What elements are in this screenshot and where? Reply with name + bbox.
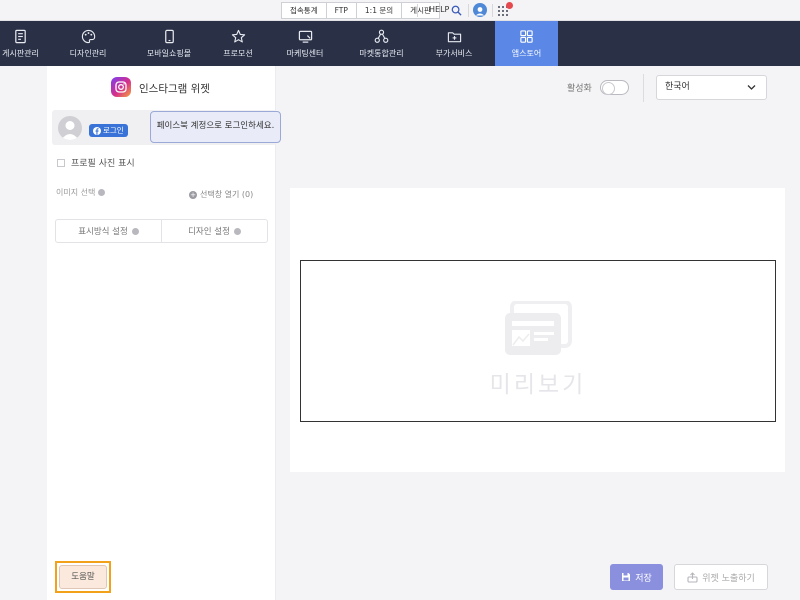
preview-image-icon bbox=[505, 301, 572, 355]
facebook-login-button[interactable]: 로그인 bbox=[89, 124, 128, 137]
main-nav: 게시판관리 디자인관리 모바일쇼핑몰 프로모션 마케팅센터 마켓통합관리 부가서… bbox=[0, 21, 800, 66]
nav-label: 프로모션 bbox=[223, 48, 253, 58]
info-icon bbox=[233, 227, 241, 235]
nav-label: 게시판관리 bbox=[2, 48, 39, 58]
nav-label: 모바일쇼핑몰 bbox=[146, 48, 192, 58]
top-utility-bar: 접속통계 FTP 1:1 문의 게시판 HELP bbox=[0, 0, 800, 21]
nav-item-market-integration[interactable]: 마켓통합관리 bbox=[344, 21, 419, 66]
activate-toggle[interactable] bbox=[600, 80, 629, 95]
facebook-login-label: 로그인 bbox=[103, 126, 124, 135]
login-tooltip: 페이스북 계정으로 로그인하세요. bbox=[150, 111, 281, 143]
ftp-link[interactable]: FTP bbox=[327, 3, 357, 18]
folder-plus-icon bbox=[447, 31, 461, 42]
tab-label: 표시방식 설정 bbox=[78, 227, 128, 237]
grid-icon bbox=[520, 29, 533, 43]
divider bbox=[417, 4, 418, 17]
save-button[interactable]: 저장 bbox=[610, 564, 663, 590]
show-profile-photo-checkbox[interactable] bbox=[57, 158, 65, 167]
widget-settings-panel: 인스타그램 위젯 로그인 페이스북 계정으로 로그인하세요. 프로필 사진 표시… bbox=[47, 66, 281, 600]
search-icon[interactable] bbox=[451, 5, 462, 16]
nav-item-promotion[interactable]: 프로모션 bbox=[211, 21, 265, 66]
tab-design-settings[interactable]: 디자인 설정 bbox=[161, 220, 267, 242]
save-label: 저장 bbox=[635, 573, 652, 584]
show-profile-photo-option[interactable]: 프로필 사진 표시 bbox=[57, 156, 135, 169]
divider bbox=[492, 4, 493, 17]
preview-frame: 미리보기 bbox=[300, 260, 776, 422]
language-value: 한국어 bbox=[665, 82, 690, 92]
network-icon bbox=[374, 29, 389, 43]
nav-label: 앱스토어 bbox=[511, 48, 542, 58]
image-select-label-row: 이미지 선택 bbox=[56, 187, 106, 198]
floppy-disk-icon bbox=[622, 573, 631, 581]
preview-placeholder-text: 미리보기 bbox=[489, 372, 587, 398]
notification-badge bbox=[506, 2, 513, 9]
info-icon[interactable] bbox=[98, 189, 106, 196]
nav-item-mobile[interactable]: 모바일쇼핑몰 bbox=[132, 21, 206, 66]
language-select[interactable]: 한국어 bbox=[656, 75, 767, 100]
preview-card: 미리보기 bbox=[290, 188, 785, 472]
nav-item-marketing[interactable]: 마케팅센터 bbox=[277, 21, 333, 66]
chevron-down-icon bbox=[747, 85, 756, 90]
panel-title: 인스타그램 위젯 bbox=[139, 83, 210, 95]
profile-login-box: 로그인 페이스북 계정으로 로그인하세요. bbox=[52, 110, 281, 145]
tab-label: 디자인 설정 bbox=[188, 227, 230, 237]
expose-widget-button[interactable]: 위젯 노출하기 bbox=[674, 564, 768, 590]
monitor-icon bbox=[298, 30, 312, 43]
tab-display-settings[interactable]: 표시방식 설정 bbox=[56, 220, 161, 242]
nav-label: 디자인관리 bbox=[69, 48, 107, 58]
help-label: HELP bbox=[429, 5, 450, 14]
user-avatar-icon[interactable] bbox=[473, 3, 487, 17]
board-icon bbox=[15, 29, 26, 43]
nav-item-board[interactable]: 게시판관리 bbox=[0, 21, 41, 66]
facebook-icon bbox=[93, 126, 101, 135]
open-selection-button[interactable]: + 선택창 열기 (0) bbox=[189, 189, 253, 200]
stats-link[interactable]: 접속통계 bbox=[282, 3, 327, 18]
default-avatar-icon bbox=[58, 116, 82, 140]
upload-icon bbox=[687, 571, 698, 583]
show-profile-photo-label: 프로필 사진 표시 bbox=[71, 159, 135, 169]
nav-item-addon-services[interactable]: 부가서비스 bbox=[422, 21, 486, 66]
nav-item-design[interactable]: 디자인관리 bbox=[54, 21, 122, 66]
info-icon bbox=[131, 227, 139, 235]
help-button[interactable]: 도움말 bbox=[59, 565, 107, 589]
inquiry-link[interactable]: 1:1 문의 bbox=[357, 3, 403, 18]
expose-widget-label: 위젯 노출하기 bbox=[702, 573, 755, 584]
activate-label: 활성화 bbox=[567, 84, 592, 94]
nav-label: 부가서비스 bbox=[435, 48, 473, 58]
image-select-label: 이미지 선택 bbox=[56, 188, 96, 197]
star-icon bbox=[231, 29, 245, 43]
instagram-logo-icon bbox=[111, 77, 131, 97]
open-selection-label: 선택창 열기 (0) bbox=[200, 190, 254, 199]
help-button-highlight: 도움말 bbox=[55, 561, 111, 593]
nav-label: 마켓통합관리 bbox=[359, 48, 404, 58]
help-link[interactable]: HELP bbox=[429, 3, 462, 17]
palette-icon bbox=[81, 29, 95, 43]
nav-item-app-store[interactable]: 앱스토어 bbox=[495, 21, 558, 66]
plus-circle-icon: + bbox=[189, 190, 197, 199]
divider bbox=[643, 74, 644, 102]
settings-tabs: 표시방식 설정 디자인 설정 bbox=[55, 219, 268, 243]
divider bbox=[468, 4, 469, 17]
mobile-icon bbox=[164, 29, 174, 43]
nav-label: 마케팅센터 bbox=[286, 48, 324, 58]
